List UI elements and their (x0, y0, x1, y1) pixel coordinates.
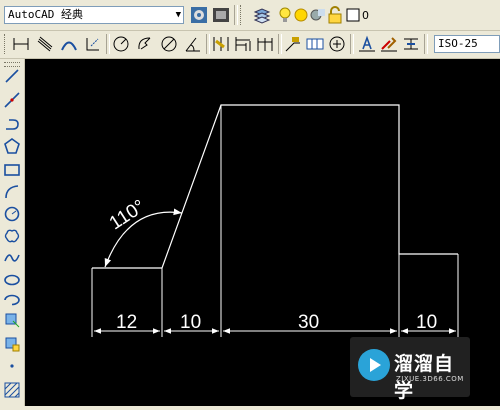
color-swatch-icon[interactable] (344, 6, 362, 24)
toolbar-separator (350, 34, 354, 54)
angle-label: 110° (106, 196, 149, 234)
watermark-logo-icon (358, 349, 390, 381)
make-block-icon[interactable] (3, 335, 21, 353)
part-outline (92, 104, 458, 269)
baseline-dim-icon[interactable] (234, 35, 252, 53)
tolerance-icon[interactable] (306, 35, 324, 53)
continue-dim-icon[interactable] (256, 35, 274, 53)
dim-style-dropdown[interactable]: ISO-25 (434, 35, 500, 53)
construction-line-icon[interactable] (3, 91, 21, 109)
current-layer-name[interactable]: 0 (362, 9, 369, 22)
viewport-freeze-icon[interactable] (308, 6, 326, 24)
dimedit-icon[interactable] (358, 35, 376, 53)
toolbar-separator (278, 34, 282, 54)
watermark-url: ZIXUE.3D66.COM (396, 375, 464, 383)
layer-manager-icon[interactable] (253, 6, 271, 24)
workspace-dropdown[interactable]: AutoCAD 经典 ▼ (4, 6, 184, 24)
hatch-icon[interactable] (3, 381, 21, 399)
workspace-dropdown-value: AutoCAD 经典 (8, 8, 83, 21)
toolbar-separator (106, 34, 110, 54)
jogged-dim-icon[interactable] (136, 35, 154, 53)
draw-toolbar (0, 59, 25, 406)
customize-workspace-icon[interactable] (212, 6, 230, 24)
workspace-settings-icon[interactable] (190, 6, 208, 24)
aligned-dim-icon[interactable] (36, 35, 54, 53)
toolbar-grip[interactable] (4, 62, 20, 67)
insert-block-icon[interactable] (3, 311, 21, 329)
spline-icon[interactable] (3, 249, 21, 267)
workspace-toolbar: AutoCAD 经典 ▼ 0 (0, 0, 500, 31)
dim-text-12: 12 (116, 312, 137, 333)
center-mark-icon[interactable] (328, 35, 346, 53)
angular-dim-icon[interactable] (184, 35, 202, 53)
toolbar-separator (206, 34, 210, 54)
point-icon[interactable] (3, 357, 21, 375)
diameter-dim-icon[interactable] (160, 35, 178, 53)
dimension-toolbar: ISO-25 (0, 31, 500, 59)
leader-icon[interactable] (284, 35, 302, 53)
ellipse-icon[interactable] (3, 271, 21, 289)
toolbar-grip[interactable] (240, 5, 244, 25)
chevron-down-icon[interactable]: ▼ (176, 7, 181, 23)
update-icon[interactable] (402, 35, 420, 53)
revcloud-icon[interactable] (3, 227, 21, 245)
radius-dim-icon[interactable] (112, 35, 130, 53)
extension-lines (91, 105, 459, 337)
polygon-icon[interactable] (3, 137, 21, 155)
ordinate-dim-icon[interactable] (84, 35, 102, 53)
ellipse-arc-icon[interactable] (3, 291, 21, 309)
toolbar-separator (424, 34, 428, 54)
line-icon[interactable] (3, 67, 21, 85)
arc-icon[interactable] (3, 183, 21, 201)
watermark: 溜溜自学 ZIXUE.3D66.COM (350, 337, 470, 402)
lock-icon[interactable] (326, 6, 344, 24)
polyline-icon[interactable] (3, 115, 21, 133)
toolbar-grip[interactable] (4, 34, 8, 54)
toolbar-separator (234, 5, 238, 25)
quick-dim-icon[interactable] (212, 35, 230, 53)
circle-icon[interactable] (3, 205, 21, 223)
dim-text-10a: 10 (180, 312, 201, 333)
linear-dim-icon[interactable] (12, 35, 30, 53)
dimtedit-icon[interactable] (380, 35, 398, 53)
rectangle-icon[interactable] (3, 161, 21, 179)
arc-length-icon[interactable] (60, 35, 78, 53)
dim-text-10b: 10 (416, 312, 437, 333)
dim-text-30: 30 (298, 312, 319, 333)
